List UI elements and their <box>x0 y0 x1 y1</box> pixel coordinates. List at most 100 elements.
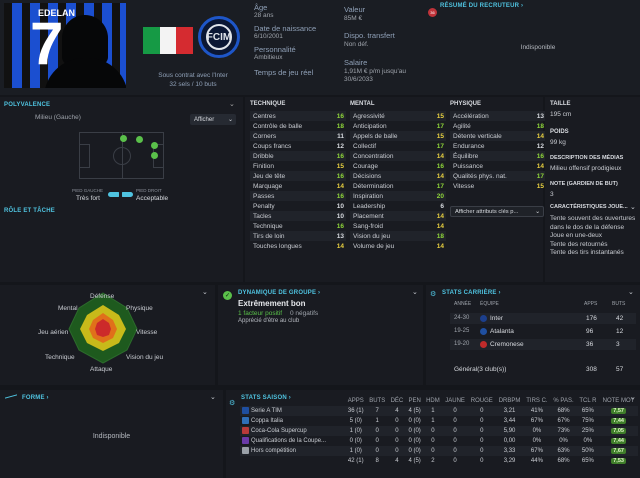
attribute-row[interactable]: Qualités phys. nat. 17 <box>450 171 546 181</box>
season-stat: 65% <box>581 458 594 464</box>
season-row[interactable]: Coppa Italia 5 (0) 1 0 0 (0) 1 0 0 3,44 67% 67% 75%… <box>240 416 638 426</box>
attribute-row[interactable]: Équilibre 16 <box>450 151 546 161</box>
career-years: 19-20 <box>454 341 470 347</box>
attribute-name: Penalty <box>253 202 275 210</box>
competition-name: Coppa Italia <box>251 418 284 425</box>
attribute-row[interactable]: Puissance 14 <box>450 161 546 171</box>
show-key-attributes-dropdown[interactable]: Afficher attributs clés p... ⌄ <box>450 206 544 217</box>
season-row[interactable]: Serie A TIM 36 (1) 7 4 4 (5) 1 0 0 3,21 41% 68% 65%… <box>240 406 638 416</box>
season-header[interactable]: BUTS <box>366 396 387 406</box>
traits-menu-icon[interactable]: ⌄ <box>630 203 636 211</box>
career-menu-icon[interactable]: ⌄ <box>628 288 634 296</box>
competition-name: Hors compétition <box>251 448 297 455</box>
season-header[interactable]: PEN <box>406 396 424 406</box>
attribute-row[interactable]: Finition 15 <box>250 161 346 171</box>
attribute-row[interactable]: Détente verticale 14 <box>450 131 546 141</box>
attribute-row[interactable]: Volume de jeu 14 <box>350 241 446 251</box>
career-row[interactable]: 24-30 Inter 176 42 <box>450 313 636 324</box>
attribute-row[interactable]: Endurance 12 <box>450 141 546 151</box>
attribute-row[interactable]: Sang-froid 14 <box>350 221 446 231</box>
season-header[interactable]: DÉC <box>388 396 406 406</box>
season-header[interactable]: % PAS. <box>551 396 577 406</box>
career-team[interactable]: Inter <box>490 315 503 322</box>
season-header[interactable]: APPS <box>345 396 366 406</box>
career-link[interactable]: STATS CARRIÈRE › <box>442 290 501 296</box>
attribute-row[interactable]: Coups francs 12 <box>250 141 346 151</box>
attribute-row[interactable]: Courage 16 <box>350 161 446 171</box>
dynamics-link[interactable]: DYNAMIQUE DE GROUPE › <box>238 290 320 296</box>
season-header[interactable]: DRBPM <box>496 396 524 406</box>
gk-rating-label: NOTE (GARDIEN DE BUT) <box>550 181 618 187</box>
attribute-name: Détermination <box>353 182 394 190</box>
attribute-row[interactable]: Agressivité 15 <box>350 111 446 121</box>
season-row[interactable]: 42 (1) 8 4 4 (5) 2 0 0 3,29 44% 68% 65% 7,53 <box>240 456 638 466</box>
career-row[interactable]: 19-25 Atalanta 96 12 <box>450 326 636 337</box>
attribute-row[interactable]: Passes 16 <box>250 191 346 201</box>
form-menu-icon[interactable]: ⌄ <box>210 393 216 401</box>
competition-name: Serie A TIM <box>251 408 282 415</box>
attribute-row[interactable]: Concentration 14 <box>350 151 446 161</box>
attribute-name: Volume de jeu <box>353 242 395 250</box>
attribute-row[interactable]: Jeu de tête 16 <box>250 171 346 181</box>
season-row[interactable]: Qualifications de la Coupe... 0 (0) 0 0 0 (0… <box>240 436 638 446</box>
season-row[interactable]: Hors compétition 1 (0) 0 0 0 (0) 0 0 0 3,33 67% 63… <box>240 446 638 456</box>
season-stat: 0 <box>480 428 484 434</box>
season-stat: 3,21 <box>503 408 516 414</box>
attribute-row[interactable]: Placement 14 <box>350 211 446 221</box>
season-stat: 0 (0) <box>408 428 421 434</box>
attribute-row[interactable]: Dribble 16 <box>250 151 346 161</box>
attribute-row[interactable]: Anticipation 17 <box>350 121 446 131</box>
season-stat: 0 <box>480 408 484 414</box>
attribute-row[interactable]: Décisions 14 <box>350 171 446 181</box>
attribute-row[interactable]: Tacles 10 <box>250 211 346 221</box>
attribute-value: 16 <box>336 112 344 120</box>
season-stat: 68% <box>557 408 570 414</box>
career-team[interactable]: Cremonese <box>490 341 524 348</box>
attribute-row[interactable]: Agilité 18 <box>450 121 546 131</box>
career-team[interactable]: Atalanta <box>490 328 514 335</box>
attribute-row[interactable]: Centres 16 <box>250 111 346 121</box>
attribute-row[interactable]: Touches longues 14 <box>250 241 346 251</box>
season-header[interactable]: JAUNE <box>442 396 467 406</box>
career-apps: 96 <box>586 328 594 335</box>
competition-name: Coca-Cola Supercup <box>251 428 307 435</box>
form-link[interactable]: FORME › <box>22 395 49 401</box>
attribute-row[interactable]: Collectif 17 <box>350 141 446 151</box>
career-row[interactable]: 19-20 Cremonese 36 3 <box>450 339 636 350</box>
dynamics-menu-icon[interactable]: ⌄ <box>412 288 418 296</box>
show-dropdown[interactable]: Afficher ⌄ <box>190 114 236 125</box>
season-header[interactable]: NOTE MOY <box>599 396 638 406</box>
attribute-row[interactable]: Vision du jeu 18 <box>350 231 446 241</box>
season-stat: 8 <box>375 458 379 464</box>
attribute-row[interactable]: Marquage 14 <box>250 181 346 191</box>
attribute-row[interactable]: Détermination 17 <box>350 181 446 191</box>
club-badge-icon <box>480 341 487 348</box>
value-value: 85M € <box>344 15 363 22</box>
attribute-name: Vitesse <box>453 182 475 190</box>
scout-badge: 36 <box>428 8 437 17</box>
season-stat: 0 <box>480 438 484 444</box>
attribute-row[interactable]: Tirs de loin 13 <box>250 231 346 241</box>
season-header[interactable]: TCL R <box>577 396 600 406</box>
season-header[interactable]: HDM <box>423 396 442 406</box>
average-rating-badge: 7,67 <box>611 448 626 454</box>
average-rating-badge: 7,57 <box>611 408 626 414</box>
attribute-row[interactable]: Leadership 6 <box>350 201 446 211</box>
attribute-row[interactable]: Appels de balle 15 <box>350 131 446 141</box>
season-header[interactable]: ROUGE <box>468 396 496 406</box>
roles-title: RÔLE ET TÂCHE <box>4 208 55 214</box>
positions-menu-icon[interactable]: ⌄ <box>229 100 235 108</box>
attribute-row[interactable]: Technique 16 <box>250 221 346 231</box>
scout-summary-link[interactable]: RÉSUMÉ DU RECRUTEUR › <box>440 3 523 9</box>
attribute-row[interactable]: Accélération 13 <box>450 111 546 121</box>
attribute-value: 6 <box>440 202 444 210</box>
season-header[interactable]: TIRS C. <box>523 396 550 406</box>
attribute-row[interactable]: Penalty 10 <box>250 201 346 211</box>
season-stat: 73% <box>557 428 570 434</box>
season-row[interactable]: Coca-Cola Supercup 1 (0) 0 0 0 (0) 0 0 0 5,90 0% 7… <box>240 426 638 436</box>
club-badge-icon <box>480 328 487 335</box>
attribute-row[interactable]: Corners 11 <box>250 131 346 141</box>
attribute-row[interactable]: Contrôle de balle 18 <box>250 121 346 131</box>
attribute-row[interactable]: Vitesse 15 <box>450 181 546 191</box>
attribute-row[interactable]: Inspiration 20 <box>350 191 446 201</box>
